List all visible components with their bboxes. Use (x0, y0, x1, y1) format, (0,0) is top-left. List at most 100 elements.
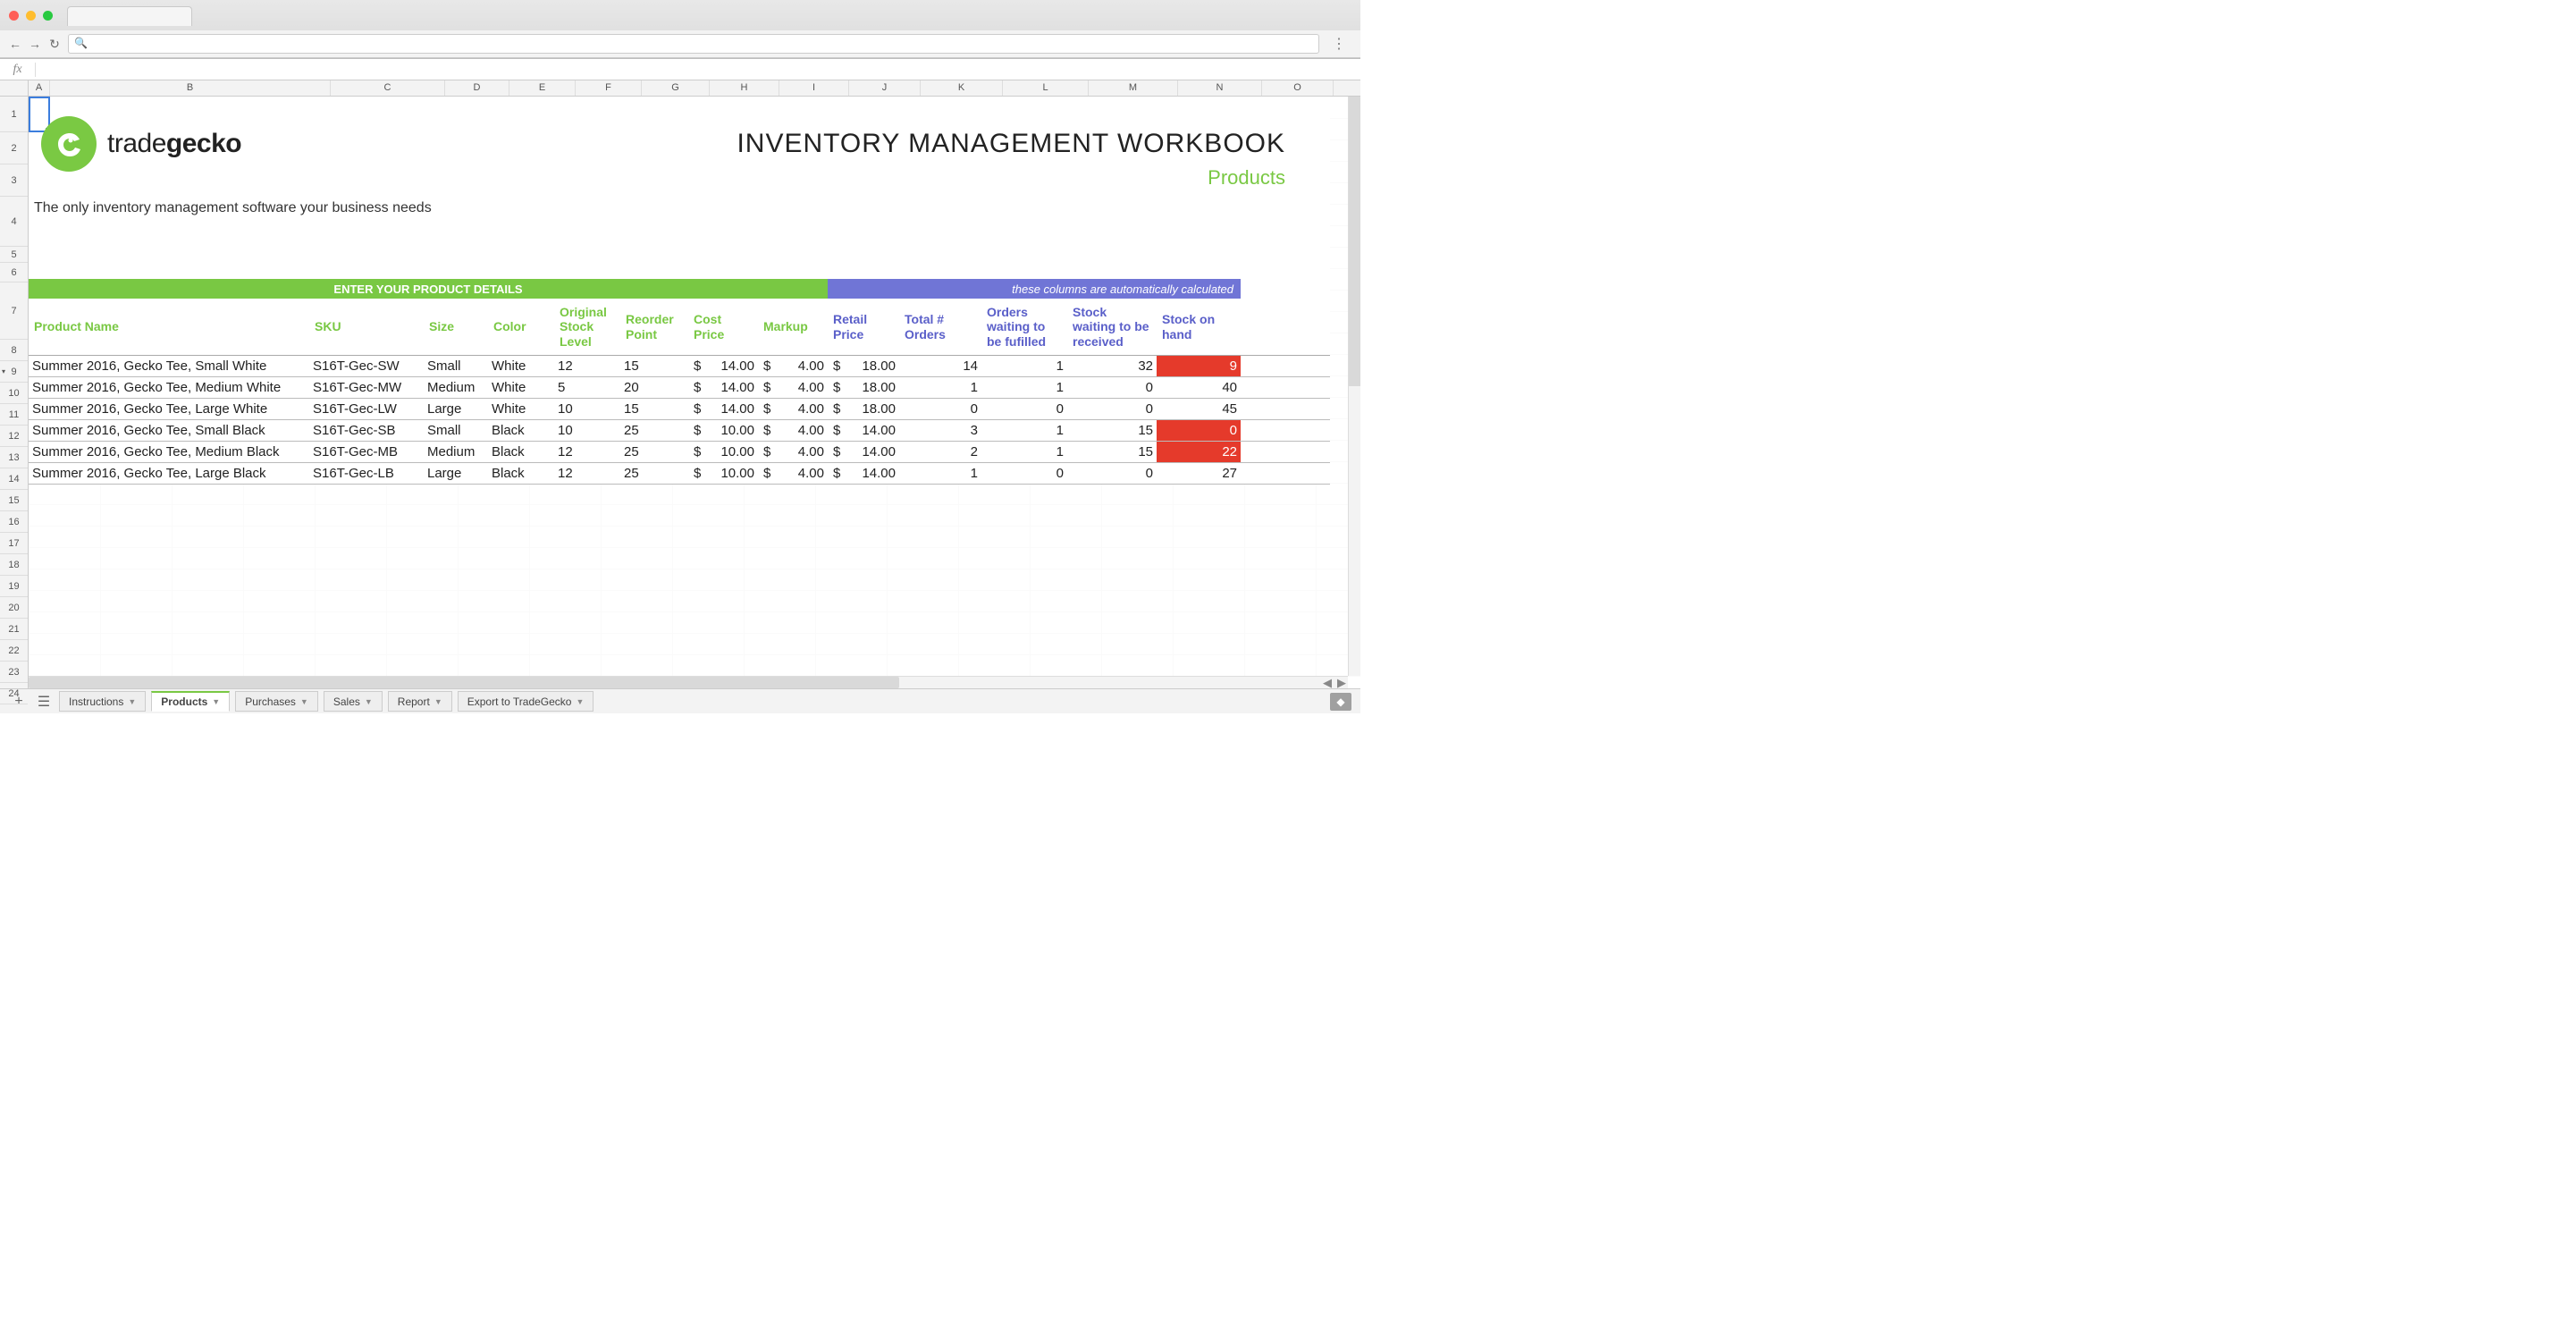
cell[interactable]: 1 (981, 420, 1067, 441)
all-sheets-button[interactable]: ☰ (34, 693, 54, 711)
cell[interactable]: 15 (620, 399, 688, 419)
cell[interactable]: 22 (1157, 442, 1241, 462)
table-row[interactable]: Summer 2016, Gecko Tee, Medium WhiteS16T… (29, 377, 1330, 399)
cell[interactable]: 0 (1067, 377, 1157, 398)
cell[interactable]: 1 (981, 356, 1067, 376)
row-header-3[interactable]: 3 (0, 164, 28, 197)
browser-menu-icon[interactable]: ⋮ (1326, 35, 1351, 53)
cell[interactable]: 45 (1157, 399, 1241, 419)
table-row[interactable]: Summer 2016, Gecko Tee, Small WhiteS16T-… (29, 356, 1330, 377)
cell[interactable]: $14.00 (828, 442, 899, 462)
browser-tab[interactable] (67, 6, 192, 26)
cell[interactable]: 15 (1067, 442, 1157, 462)
col-header-D[interactable]: D (445, 80, 509, 96)
cell[interactable]: $18.00 (828, 356, 899, 376)
cell[interactable]: $4.00 (758, 356, 828, 376)
cell[interactable]: Summer 2016, Gecko Tee, Medium White (29, 377, 309, 398)
cell[interactable]: Small (424, 420, 488, 441)
table-row[interactable]: Summer 2016, Gecko Tee, Medium BlackS16T… (29, 442, 1330, 463)
cell[interactable]: Large (424, 399, 488, 419)
sheet-tab-purchases[interactable]: Purchases▼ (235, 691, 318, 712)
cell[interactable]: $14.00 (688, 377, 758, 398)
sheet-tab-report[interactable]: Report▼ (388, 691, 452, 712)
cell[interactable]: 5 (554, 377, 620, 398)
back-icon[interactable]: ← (9, 37, 21, 51)
cell[interactable]: 32 (1067, 356, 1157, 376)
cell[interactable]: 1 (981, 377, 1067, 398)
row-header-5[interactable]: 5 (0, 247, 28, 263)
sheet-tab-sales[interactable]: Sales▼ (324, 691, 383, 712)
cell[interactable]: 14 (899, 356, 981, 376)
row-header-22[interactable]: 22 (0, 640, 28, 662)
chevron-down-icon[interactable]: ▼ (365, 697, 373, 706)
sheet-tab-instructions[interactable]: Instructions▼ (59, 691, 146, 712)
cell[interactable]: $4.00 (758, 377, 828, 398)
cell[interactable]: 1 (981, 442, 1067, 462)
row-header-23[interactable]: 23 (0, 662, 28, 683)
chevron-down-icon[interactable]: ▼ (434, 697, 442, 706)
sheet-tab-products[interactable]: Products▼ (151, 691, 230, 712)
cell[interactable]: White (488, 399, 554, 419)
cell[interactable]: 12 (554, 442, 620, 462)
row-header-1[interactable]: 1 (0, 97, 28, 132)
cell[interactable]: Black (488, 442, 554, 462)
row-header-18[interactable]: 18 (0, 554, 28, 576)
cell[interactable]: 3 (899, 420, 981, 441)
vscroll-thumb[interactable] (1349, 97, 1360, 386)
row-header-11[interactable]: 11 (0, 404, 28, 426)
cell[interactable]: S16T-Gec-LW (309, 399, 424, 419)
select-all-corner[interactable] (0, 80, 29, 96)
col-header-B[interactable]: B (50, 80, 331, 96)
row-header-2[interactable]: 2 (0, 132, 28, 164)
cell[interactable]: Summer 2016, Gecko Tee, Large White (29, 399, 309, 419)
cell[interactable]: $14.00 (828, 463, 899, 484)
cell[interactable]: $18.00 (828, 377, 899, 398)
cell[interactable]: 12 (554, 356, 620, 376)
window-minimize-icon[interactable] (26, 11, 36, 21)
cell[interactable]: Medium (424, 377, 488, 398)
table-row[interactable]: Summer 2016, Gecko Tee, Large WhiteS16T-… (29, 399, 1330, 420)
cell[interactable]: $4.00 (758, 463, 828, 484)
cell[interactable]: $14.00 (828, 420, 899, 441)
col-header-J[interactable]: J (849, 80, 921, 96)
row-header-16[interactable]: 16 (0, 511, 28, 533)
cell[interactable]: 0 (981, 399, 1067, 419)
cell[interactable]: 27 (1157, 463, 1241, 484)
cell[interactable]: $4.00 (758, 399, 828, 419)
cell[interactable]: Black (488, 463, 554, 484)
col-header-G[interactable]: G (642, 80, 710, 96)
vertical-scrollbar[interactable] (1348, 97, 1360, 676)
window-close-icon[interactable] (9, 11, 19, 21)
cell[interactable]: $10.00 (688, 420, 758, 441)
cell[interactable]: 0 (1067, 463, 1157, 484)
cell[interactable]: Summer 2016, Gecko Tee, Small White (29, 356, 309, 376)
reload-icon[interactable]: ↻ (48, 37, 61, 52)
cell[interactable]: Small (424, 356, 488, 376)
cell[interactable]: 0 (1067, 399, 1157, 419)
cell[interactable]: S16T-Gec-MW (309, 377, 424, 398)
row-header-15[interactable]: 15 (0, 490, 28, 511)
col-header-L[interactable]: L (1003, 80, 1089, 96)
row-header-17[interactable]: 17 (0, 533, 28, 554)
cell[interactable]: Medium (424, 442, 488, 462)
row-header-20[interactable]: 20 (0, 597, 28, 619)
window-maximize-icon[interactable] (43, 11, 53, 21)
table-row[interactable]: Summer 2016, Gecko Tee, Large BlackS16T-… (29, 463, 1330, 485)
cell[interactable]: $10.00 (688, 463, 758, 484)
cell[interactable]: 40 (1157, 377, 1241, 398)
row-header-13[interactable]: 13 (0, 447, 28, 468)
cell[interactable]: S16T-Gec-LB (309, 463, 424, 484)
col-header-A[interactable]: A (29, 80, 50, 96)
cell[interactable]: $18.00 (828, 399, 899, 419)
hscroll-left-icon[interactable]: ◀ (1321, 677, 1334, 689)
cell[interactable]: Summer 2016, Gecko Tee, Large Black (29, 463, 309, 484)
col-header-F[interactable]: F (576, 80, 642, 96)
col-header-M[interactable]: M (1089, 80, 1178, 96)
col-header-H[interactable]: H (710, 80, 779, 96)
cell[interactable]: 0 (899, 399, 981, 419)
chevron-down-icon[interactable]: ▼ (300, 697, 308, 706)
chevron-down-icon[interactable]: ▼ (576, 697, 584, 706)
chevron-down-icon[interactable]: ▼ (212, 697, 220, 706)
row-header-10[interactable]: 10 (0, 383, 28, 404)
cell[interactable]: 1 (899, 463, 981, 484)
